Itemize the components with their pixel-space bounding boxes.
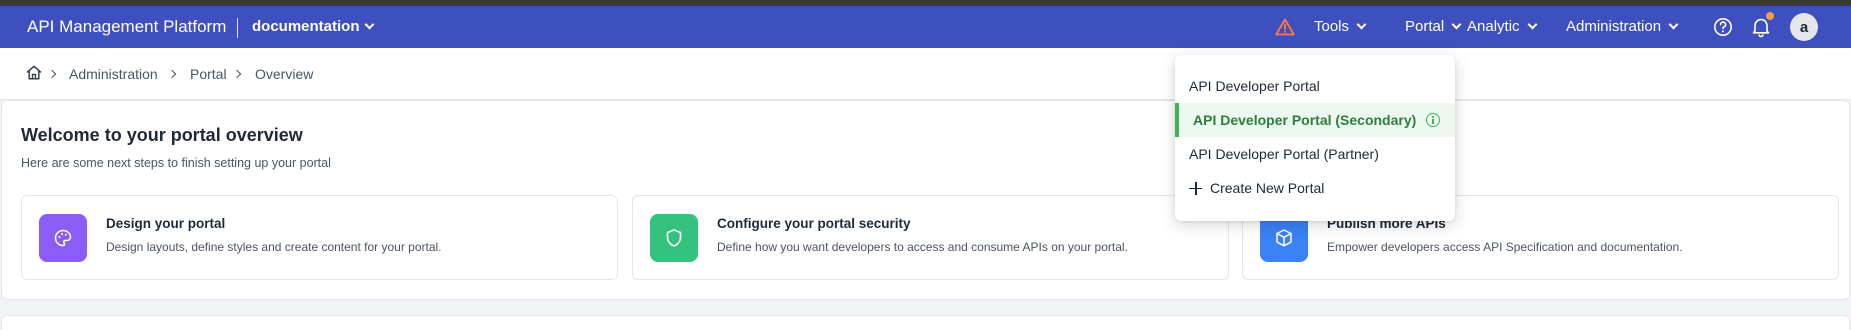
menu-item-portal-partner[interactable]: API Developer Portal (Partner): [1175, 137, 1455, 171]
app-title: API Management Platform: [27, 17, 227, 36]
nav-analytic-label: Analytic: [1467, 18, 1520, 35]
create-new-portal-label: Create New Portal: [1210, 180, 1325, 196]
step-card-design[interactable]: Design your portal Design layouts, defin…: [21, 195, 618, 280]
chevron-down-icon: [364, 19, 374, 30]
breadcrumb-item-portal[interactable]: Portal: [190, 66, 227, 82]
step-description: Empower developers access API Specificat…: [1327, 240, 1683, 254]
shield-icon: [650, 214, 698, 262]
chevron-down-icon: [1668, 19, 1679, 30]
breadcrumb: Administration Portal Overview: [0, 48, 1851, 100]
project-switcher[interactable]: documentation: [252, 18, 374, 35]
avatar-initial: a: [1799, 18, 1809, 36]
home-icon[interactable]: [26, 65, 42, 80]
chevron-down-icon: [1527, 19, 1537, 30]
palette-icon: [39, 214, 87, 262]
chevron-right-icon: [47, 69, 57, 79]
page-title: Welcome to your portal overview: [21, 125, 303, 145]
page-subtitle: Here are some next steps to finish setti…: [21, 156, 331, 170]
step-description: Design layouts, define styles and create…: [106, 240, 442, 254]
nav-portal[interactable]: Portal: [1405, 18, 1462, 35]
plus-icon: [1189, 181, 1202, 195]
chevron-down-icon: [1451, 19, 1462, 30]
nav-analytic[interactable]: Analytic: [1467, 18, 1537, 35]
nav-portal-label: Portal: [1405, 18, 1445, 35]
title-divider: [237, 18, 238, 38]
portal-dropdown-menu: API Developer Portal API Developer Porta…: [1175, 55, 1455, 221]
warning-icon[interactable]: [1275, 18, 1295, 36]
top-navigation-bar: API Management Platform documentation To…: [0, 6, 1851, 48]
step-card-security[interactable]: Configure your portal security Define ho…: [632, 195, 1229, 280]
menu-item-portal[interactable]: API Developer Portal: [1175, 69, 1455, 103]
nav-administration[interactable]: Administration: [1566, 18, 1679, 35]
step-title: Design your portal: [106, 216, 226, 231]
notification-dot: [1766, 12, 1774, 20]
chevron-right-icon: [167, 69, 177, 79]
chevron-right-icon: [232, 69, 242, 79]
menu-item-portal-secondary[interactable]: API Developer Portal (Secondary): [1175, 103, 1455, 137]
avatar[interactable]: a: [1790, 13, 1818, 41]
help-icon[interactable]: [1713, 17, 1733, 37]
menu-item-label: API Developer Portal: [1189, 78, 1320, 94]
menu-item-label: API Developer Portal (Secondary): [1193, 112, 1417, 128]
nav-tools-label: Tools: [1314, 18, 1350, 35]
cube-icon: [1260, 214, 1308, 262]
breadcrumb-item-administration[interactable]: Administration: [69, 66, 158, 82]
chevron-down-icon: [1356, 19, 1367, 30]
nav-tools[interactable]: Tools: [1314, 18, 1367, 35]
step-title: Configure your portal security: [717, 216, 911, 231]
project-name: documentation: [252, 18, 360, 35]
info-icon[interactable]: [1426, 113, 1441, 127]
nav-administration-label: Administration: [1566, 18, 1662, 35]
breadcrumb-item-overview: Overview: [255, 66, 314, 82]
menu-item-label: API Developer Portal (Partner): [1189, 146, 1379, 162]
step-description: Define how you want developers to access…: [717, 240, 1128, 254]
create-new-portal-button[interactable]: Create New Portal: [1175, 171, 1455, 205]
secondary-section-card: [1, 315, 1850, 330]
